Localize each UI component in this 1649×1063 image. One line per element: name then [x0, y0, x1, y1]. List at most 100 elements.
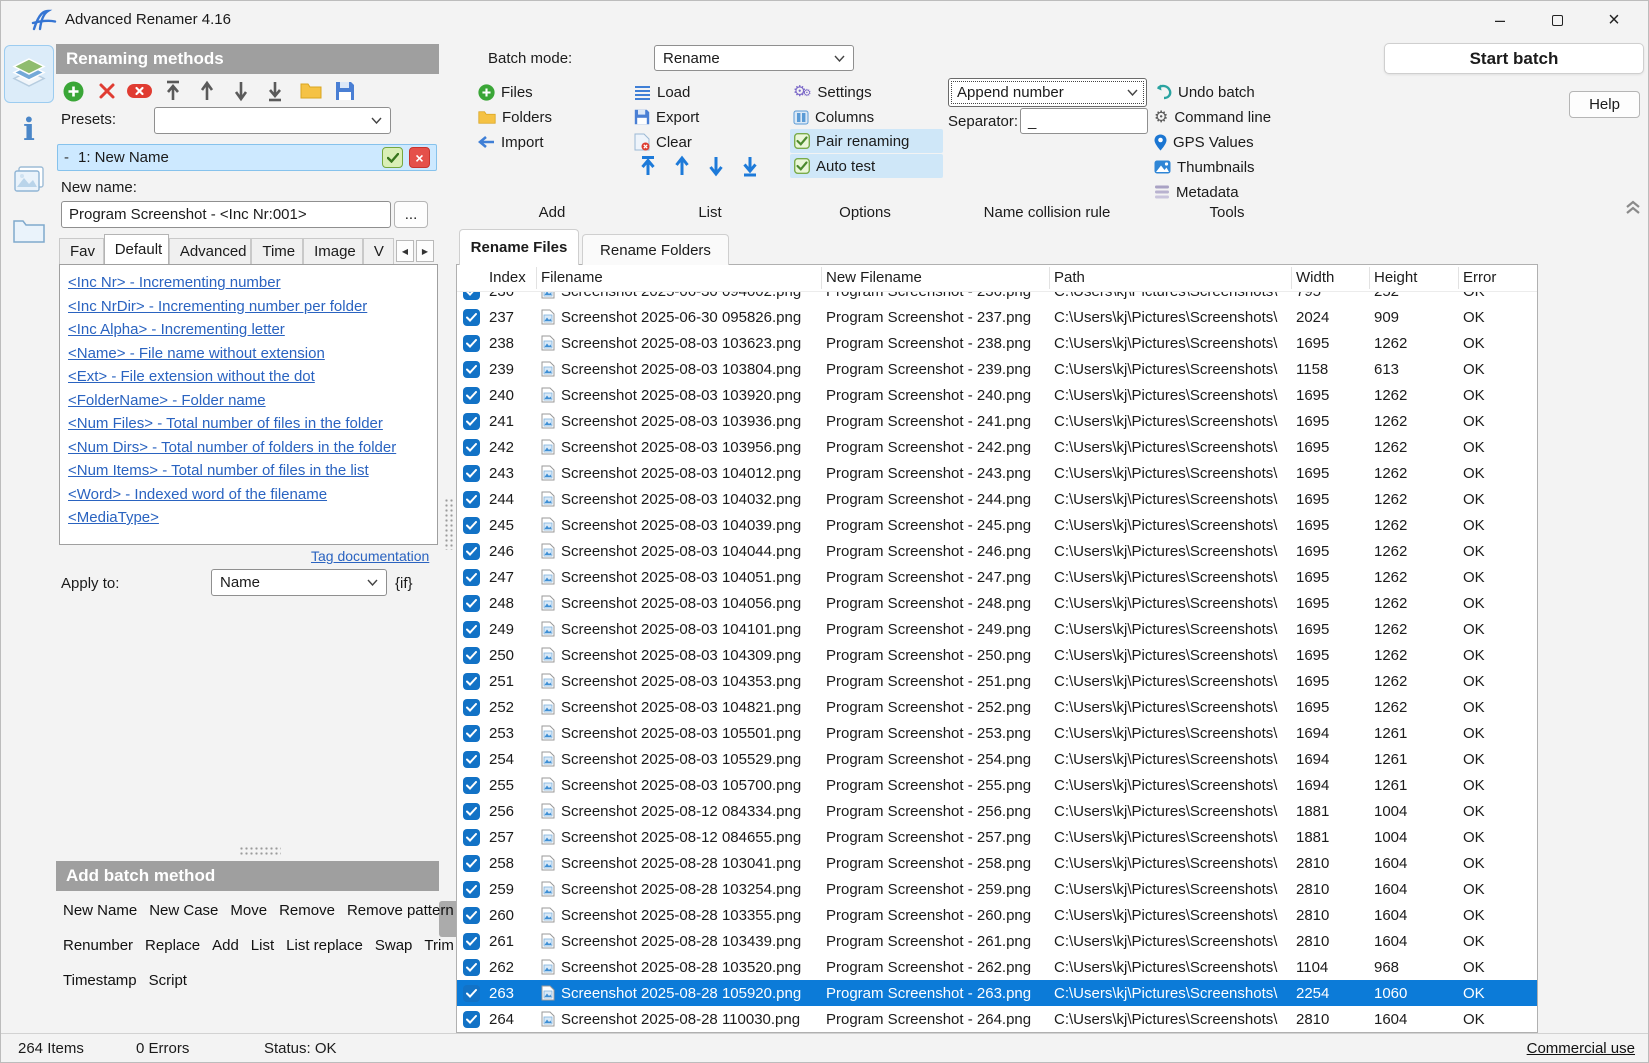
close-button[interactable]: × — [1591, 1, 1637, 39]
tag-link[interactable]: <MediaType> — [68, 506, 429, 530]
tag-tab-time[interactable]: Time — [251, 238, 303, 264]
browse-tags-button[interactable]: ... — [394, 201, 428, 228]
row-checkbox[interactable] — [463, 855, 480, 872]
table-row[interactable]: 239Screenshot 2025-08-03 103804.pngProgr… — [457, 356, 1537, 382]
tag-documentation-link[interactable]: Tag documentation — [311, 548, 429, 564]
table-row[interactable]: 245Screenshot 2025-08-03 104039.pngProgr… — [457, 512, 1537, 538]
tab-rename-files[interactable]: Rename Files — [459, 229, 579, 265]
minimize-button[interactable]: – — [1477, 1, 1523, 39]
add-method-button[interactable] — [61, 79, 85, 103]
undo-batch-button[interactable]: Undo batch — [1154, 82, 1255, 102]
row-checkbox[interactable] — [463, 543, 480, 560]
license-link[interactable]: Commercial use — [1527, 1040, 1635, 1057]
row-checkbox[interactable] — [463, 699, 480, 716]
tag-link[interactable]: <Word> - Indexed word of the filename — [68, 483, 429, 507]
table-row[interactable]: 247Screenshot 2025-08-03 104051.pngProgr… — [457, 564, 1537, 590]
table-row[interactable]: 243Screenshot 2025-08-03 104012.pngProgr… — [457, 460, 1537, 486]
row-checkbox[interactable] — [463, 751, 480, 768]
methods-view-button[interactable] — [4, 45, 54, 103]
info-view-button[interactable]: i — [4, 109, 54, 151]
column-header-error[interactable]: Error — [1459, 267, 1537, 289]
add-method-list-replace-button[interactable]: List replace — [286, 937, 363, 954]
help-button[interactable]: Help — [1569, 91, 1640, 118]
add-method-list-button[interactable]: List — [251, 937, 274, 954]
clear-list-button[interactable]: Clear — [634, 132, 692, 152]
horizontal-splitter-handle[interactable] — [239, 846, 281, 855]
move-method-up-button[interactable] — [195, 79, 219, 103]
row-checkbox[interactable] — [463, 439, 480, 456]
row-checkbox[interactable] — [463, 959, 480, 976]
row-checkbox[interactable] — [463, 829, 480, 846]
table-row[interactable]: 246Screenshot 2025-08-03 104044.pngProgr… — [457, 538, 1537, 564]
table-row[interactable]: 241Screenshot 2025-08-03 103936.pngProgr… — [457, 408, 1537, 434]
tab-scroll-right-button[interactable]: ▶ — [416, 240, 434, 262]
move-method-bottom-button[interactable] — [263, 79, 287, 103]
command-line-button[interactable]: ⚙ Command line — [1154, 107, 1271, 127]
column-header-filename[interactable]: Filename — [537, 267, 822, 289]
add-method-remove-pattern-button[interactable]: Remove pattern — [347, 902, 454, 919]
tag-tab-fav[interactable]: Fav — [59, 238, 104, 264]
collapse-indicator[interactable]: - — [64, 149, 78, 166]
table-row[interactable]: 251Screenshot 2025-08-03 104353.pngProgr… — [457, 668, 1537, 694]
open-preset-button[interactable] — [299, 79, 323, 103]
apply-to-dropdown[interactable]: Name — [211, 569, 387, 596]
batch-mode-dropdown[interactable]: Rename — [654, 45, 854, 71]
row-checkbox[interactable] — [463, 725, 480, 742]
load-list-button[interactable]: Load — [634, 82, 690, 102]
row-checkbox[interactable] — [463, 673, 480, 690]
row-checkbox[interactable] — [463, 309, 480, 326]
row-checkbox[interactable] — [463, 647, 480, 664]
table-row[interactable]: 244Screenshot 2025-08-03 104032.pngProgr… — [457, 486, 1537, 512]
tag-tab-image[interactable]: Image — [303, 238, 363, 264]
collision-rule-dropdown[interactable]: Append number — [948, 78, 1147, 107]
row-checkbox[interactable] — [463, 387, 480, 404]
if-button[interactable]: {if} — [395, 575, 413, 592]
auto-test-toggle[interactable]: Auto test — [790, 154, 943, 178]
row-checkbox[interactable] — [463, 621, 480, 638]
table-row[interactable]: 248Screenshot 2025-08-03 104056.pngProgr… — [457, 590, 1537, 616]
maximize-button[interactable] — [1534, 1, 1580, 39]
row-checkbox[interactable] — [463, 1011, 480, 1028]
image-view-button[interactable] — [4, 157, 54, 201]
add-method-script-button[interactable]: Script — [149, 972, 187, 989]
tag-tab-v[interactable]: V — [363, 238, 394, 264]
export-list-button[interactable]: Export — [634, 107, 699, 127]
remove-method-button[interactable] — [95, 79, 119, 103]
tab-scroll-left-button[interactable]: ◀ — [396, 240, 414, 262]
move-top-button[interactable] — [639, 155, 657, 177]
pair-renaming-toggle[interactable]: Pair renaming — [790, 129, 943, 153]
column-header-path[interactable]: Path — [1050, 267, 1292, 289]
column-header-new-filename[interactable]: New Filename — [822, 267, 1050, 289]
table-row[interactable]: 256Screenshot 2025-08-12 084334.pngProgr… — [457, 798, 1537, 824]
import-button[interactable]: Import — [478, 132, 544, 152]
add-folders-button[interactable]: Folders — [478, 107, 552, 127]
add-files-button[interactable]: Files — [478, 82, 533, 102]
row-checkbox[interactable] — [463, 933, 480, 950]
table-row[interactable]: 252Screenshot 2025-08-03 104821.pngProgr… — [457, 694, 1537, 720]
tag-tab-advanced[interactable]: Advanced — [169, 238, 252, 264]
gps-values-button[interactable]: GPS Values — [1154, 132, 1254, 152]
row-checkbox[interactable] — [463, 517, 480, 534]
table-row[interactable]: 250Screenshot 2025-08-03 104309.pngProgr… — [457, 642, 1537, 668]
move-bottom-button[interactable] — [741, 155, 759, 177]
tag-link[interactable]: <Inc NrDir> - Incrementing number per fo… — [68, 295, 429, 319]
table-row[interactable]: 253Screenshot 2025-08-03 105501.pngProgr… — [457, 720, 1537, 746]
column-header-index[interactable]: Index — [485, 267, 537, 289]
add-method-swap-button[interactable]: Swap — [375, 937, 413, 954]
tag-link[interactable]: <Num Items> - Total number of files in t… — [68, 459, 429, 483]
presets-dropdown[interactable] — [154, 107, 391, 134]
tag-link[interactable]: <Num Dirs> - Total number of folders in … — [68, 436, 429, 460]
add-method-remove-button[interactable]: Remove — [279, 902, 335, 919]
table-row[interactable]: 236Screenshot 2025-06-30 094002.pngProgr… — [457, 292, 1537, 304]
tag-tab-default[interactable]: Default — [104, 234, 169, 264]
tag-link[interactable]: <Inc Alpha> - Incrementing letter — [68, 318, 429, 342]
table-row[interactable]: 260Screenshot 2025-08-28 103355.pngProgr… — [457, 902, 1537, 928]
add-method-trim-button[interactable]: Trim — [424, 937, 453, 954]
table-row[interactable]: 238Screenshot 2025-08-03 103623.pngProgr… — [457, 330, 1537, 356]
add-method-add-button[interactable]: Add — [212, 937, 239, 954]
row-checkbox[interactable] — [463, 803, 480, 820]
table-row[interactable]: 237Screenshot 2025-06-30 095826.pngProgr… — [457, 304, 1537, 330]
add-method-renumber-button[interactable]: Renumber — [63, 937, 133, 954]
move-method-down-button[interactable] — [229, 79, 253, 103]
table-row[interactable]: 264Screenshot 2025-08-28 110030.pngProgr… — [457, 1006, 1537, 1032]
